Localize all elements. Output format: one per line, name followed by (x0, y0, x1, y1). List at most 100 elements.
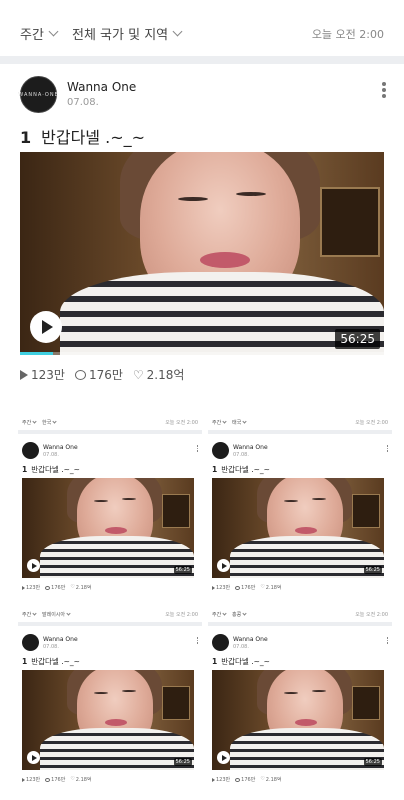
mini-video-thumbnail[interactable]: 56:25 (212, 670, 384, 770)
regional-card-1: 주간 한국 오늘 오전 2:00 Wanna One 07.08. 1 반갑다넬 … (18, 412, 202, 602)
heart-icon: ♡ (70, 776, 75, 782)
comment-count[interactable]: 176만 (235, 776, 255, 783)
play-button[interactable] (30, 311, 62, 343)
mini-region-filter[interactable]: 홍콩 (232, 611, 247, 618)
mini-region-label: 말레이시아 (42, 612, 66, 618)
period-filter[interactable]: 주간 (20, 24, 59, 43)
like-count[interactable]: ♡ 2.18억 (260, 584, 282, 592)
mini-post-date: 07.08. (43, 452, 59, 458)
post-date: 07.08. (67, 97, 99, 108)
mini-period-filter[interactable]: 주간 (22, 611, 37, 618)
mini-video-thumbnail[interactable]: 56:25 (22, 478, 194, 578)
mini-post-stats: 123만 176만 ♡ 2.18억 (22, 584, 92, 591)
background-frame (352, 686, 380, 720)
more-options-icon[interactable] (386, 637, 388, 644)
mini-region-filter[interactable]: 태국 (232, 419, 247, 426)
play-count: 123만 (212, 776, 230, 783)
play-button[interactable] (27, 559, 40, 572)
play-button[interactable] (217, 559, 230, 572)
mini-post-title[interactable]: 1 반갑다넬 .~_~ (212, 464, 270, 475)
like-count[interactable]: ♡ 2.18억 (70, 584, 92, 592)
mini-video-thumbnail[interactable]: 56:25 (212, 478, 384, 578)
person-eye (178, 197, 208, 201)
mini-rank-number: 1 (22, 657, 28, 666)
like-count-value: 2.18억 (265, 585, 282, 591)
like-count-value: 2.18억 (75, 777, 92, 783)
mini-post-title[interactable]: 1 반갑다넬 .~_~ (22, 656, 80, 667)
play-button[interactable] (27, 751, 40, 764)
more-options-icon[interactable] (386, 445, 388, 452)
more-options-icon[interactable] (196, 637, 198, 644)
mini-period-filter[interactable]: 주간 (22, 419, 37, 426)
striped-shirt (40, 536, 194, 578)
comment-count-value: 176만 (51, 585, 66, 591)
mini-post-title-text: 반갑다넬 .~_~ (31, 465, 80, 474)
chevron-down-icon (242, 611, 247, 616)
mini-region-filter[interactable]: 한국 (42, 419, 57, 426)
mini-period-label: 주간 (212, 612, 222, 618)
mini-rank-number: 1 (22, 465, 28, 474)
channel-avatar[interactable]: WANNA·ONE (18, 76, 59, 113)
mini-channel-avatar[interactable] (212, 634, 229, 651)
background-frame (320, 187, 380, 257)
mini-channel-name[interactable]: Wanna One (233, 444, 268, 451)
like-count-value: 2.18억 (75, 585, 92, 591)
chevron-down-icon (48, 26, 59, 37)
play-count-value: 123만 (31, 368, 65, 382)
channel-name[interactable]: Wanna One (67, 80, 136, 94)
person-eye (94, 692, 108, 694)
mini-filter-bar: 주간 태국 오늘 오전 2:00 (208, 412, 392, 434)
comment-count[interactable]: 176만 (45, 584, 65, 591)
comment-count[interactable]: 176만 (74, 366, 123, 383)
comment-count-value: 176만 (241, 585, 256, 591)
mini-period-label: 주간 (212, 420, 222, 426)
play-button[interactable] (217, 751, 230, 764)
mini-region-label: 태국 (232, 420, 242, 426)
mini-post-title-text: 반갑다넬 .~_~ (221, 465, 270, 474)
comment-count[interactable]: 176만 (45, 776, 65, 783)
video-duration: 56:25 (335, 329, 380, 349)
video-thumbnail[interactable]: 56:25 (20, 152, 384, 355)
mini-period-label: 주간 (22, 420, 32, 426)
mini-post-title-text: 반갑다넬 .~_~ (31, 657, 80, 666)
post-header: WANNA·ONE Wanna One 07.08. (18, 76, 390, 116)
play-count: 123만 (22, 776, 40, 783)
person-eye (284, 692, 298, 694)
progress-track (20, 352, 384, 355)
person-eye (284, 500, 298, 502)
post-title[interactable]: 1 반갑다넬 .~_~ (20, 124, 145, 148)
more-options-icon[interactable] (196, 445, 198, 452)
mini-post-stats: 123만 176만 ♡ 2.18억 (212, 584, 282, 591)
mini-channel-name[interactable]: Wanna One (43, 444, 78, 451)
mini-filter-bar: 주간 말레이시아 오늘 오전 2:00 (18, 604, 202, 626)
filter-bar: 주간 전체 국가 및 지역 오늘 오전 2:00 (0, 0, 404, 56)
mini-channel-avatar[interactable] (22, 634, 39, 651)
mini-region-filter[interactable]: 말레이시아 (42, 611, 71, 618)
mini-post-title[interactable]: 1 반갑다넬 .~_~ (212, 656, 270, 667)
chevron-down-icon (52, 419, 57, 424)
mini-post-title[interactable]: 1 반갑다넬 .~_~ (22, 464, 80, 475)
mini-channel-name[interactable]: Wanna One (233, 636, 268, 643)
progress-bar (20, 352, 53, 355)
mini-channel-avatar[interactable] (212, 442, 229, 459)
chevron-down-icon (66, 611, 71, 616)
play-count-value: 123만 (26, 585, 41, 591)
play-count: 123만 (20, 366, 65, 383)
mini-video-thumbnail[interactable]: 56:25 (22, 670, 194, 770)
mini-period-filter[interactable]: 주간 (212, 611, 227, 618)
mini-period-filter[interactable]: 주간 (212, 419, 227, 426)
channel-avatar-logo: WANNA·ONE (18, 91, 59, 98)
like-count[interactable]: ♡ 2.18억 (260, 776, 281, 784)
play-count-value: 123만 (216, 777, 231, 783)
heart-icon: ♡ (70, 584, 75, 590)
like-count[interactable]: ♡ 2.18억 (70, 776, 92, 784)
more-options-icon[interactable] (382, 82, 386, 98)
play-triangle-icon (22, 585, 25, 590)
mini-channel-name[interactable]: Wanna One (43, 636, 78, 643)
post-title-text: 반갑다넬 .~_~ (41, 128, 146, 147)
mini-channel-avatar[interactable] (22, 442, 39, 459)
region-filter[interactable]: 전체 국가 및 지역 (72, 24, 183, 43)
like-count[interactable]: ♡ 2.18억 (133, 366, 185, 383)
comment-count[interactable]: 176만 (235, 584, 255, 591)
heart-icon: ♡ (260, 776, 265, 782)
